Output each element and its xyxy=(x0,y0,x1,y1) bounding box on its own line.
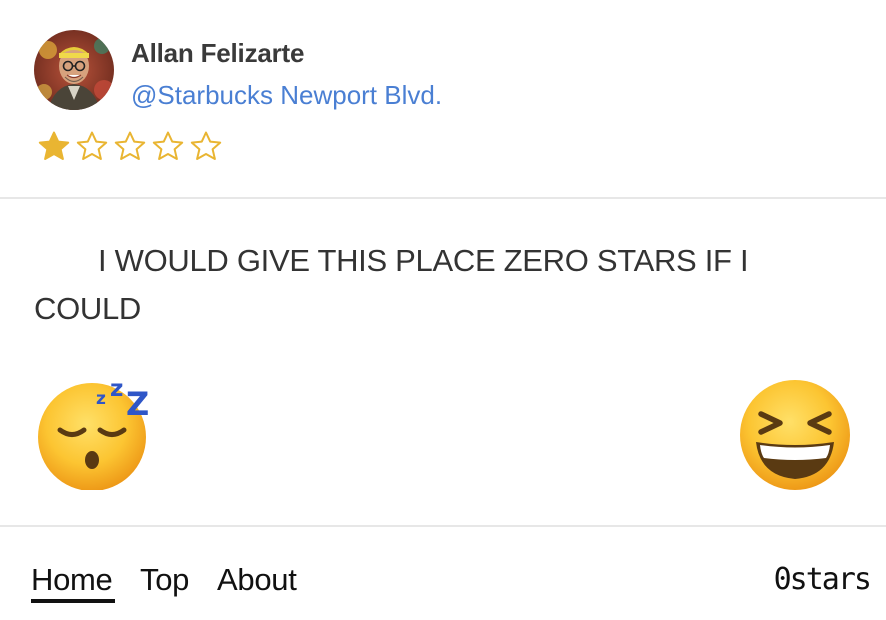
review-text: I WOULD GIVE THIS PLACE ZERO STARS IF I … xyxy=(34,243,749,326)
author-name[interactable]: Allan Felizarte xyxy=(131,38,304,69)
bottom-nav: Home Top About 0stars xyxy=(0,527,886,620)
review-header: Allan Felizarte @Starbucks Newport Blvd. xyxy=(0,0,886,198)
grinning-squinting-face-icon xyxy=(736,376,854,494)
divider xyxy=(0,197,886,199)
stars-count: 0stars xyxy=(773,562,872,597)
active-tab-indicator xyxy=(31,599,115,603)
nav-top[interactable]: Top xyxy=(140,562,189,598)
svg-text:z: z xyxy=(110,376,123,402)
nav-about[interactable]: About xyxy=(217,562,297,598)
nav-home[interactable]: Home xyxy=(31,562,113,598)
star-rating xyxy=(37,130,223,164)
svg-text:z: z xyxy=(96,389,106,409)
avatar[interactable] xyxy=(34,30,114,110)
svg-text:Z: Z xyxy=(126,385,149,423)
star-outline-icon xyxy=(190,131,222,160)
star-filled-icon xyxy=(38,131,70,160)
star-outline-icon xyxy=(152,131,184,160)
sleeping-face-icon: z z Z xyxy=(34,372,152,491)
star-outline-icon xyxy=(76,131,108,160)
location-link[interactable]: @Starbucks Newport Blvd. xyxy=(131,80,442,111)
star-outline-icon xyxy=(114,131,146,160)
